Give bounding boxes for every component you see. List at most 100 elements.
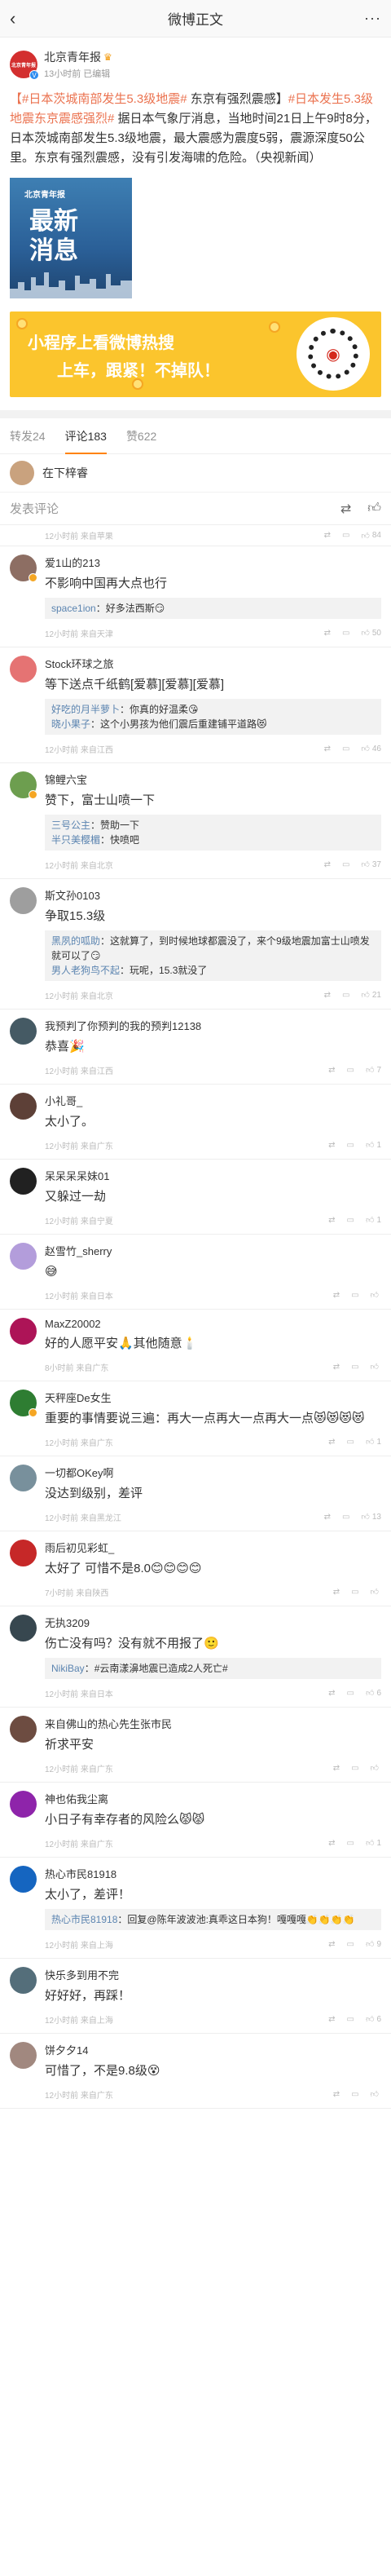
avatar[interactable]: [10, 555, 37, 582]
reply-user[interactable]: 黑夙的呱助: [51, 935, 100, 947]
reply-box[interactable]: space1ion：好多法西斯😏: [45, 598, 381, 619]
repost-icon[interactable]: ⇄: [333, 1588, 340, 1597]
repost-icon[interactable]: ⇄: [324, 991, 331, 1000]
avatar[interactable]: [10, 1243, 37, 1270]
comment-username[interactable]: 爱1山的213: [45, 555, 100, 570]
reply-user[interactable]: 三号公主: [51, 820, 90, 831]
comment-username[interactable]: MaxZ20002: [45, 1318, 101, 1330]
like-button[interactable]: 👍︎ 21: [361, 990, 381, 1001]
repost-icon[interactable]: ⇄: [328, 1066, 335, 1075]
like-button[interactable]: 👍︎: [371, 1763, 381, 1773]
repost-icon[interactable]: ⇄: [333, 1291, 340, 1300]
repost-icon[interactable]: ⇄: [328, 1141, 335, 1150]
comment-icon[interactable]: ▭: [342, 531, 349, 540]
repost-icon[interactable]: ⇄: [324, 629, 331, 638]
like-button[interactable]: 👍︎: [371, 1362, 381, 1372]
avatar[interactable]: [10, 1318, 37, 1345]
reply-item[interactable]: 晓小果子：这个小男孩为他们震后重建铺平道路😻: [51, 717, 375, 731]
reply-user[interactable]: 晓小果子: [51, 718, 90, 730]
avatar[interactable]: [10, 887, 37, 914]
comment-icon[interactable]: ▭: [342, 991, 349, 1000]
repost-icon[interactable]: ⇄: [340, 501, 351, 517]
like-button[interactable]: 👍︎: [371, 2089, 381, 2099]
reply-item[interactable]: 黑夙的呱助：这就算了，到时候地球都震没了，来个9级地震加富士山喷发就可以了😏: [51, 934, 375, 963]
liked-by[interactable]: 在下梓睿: [0, 454, 391, 493]
comment-icon[interactable]: ▭: [347, 1141, 354, 1150]
comment-username[interactable]: 我预判了你预判的我的预判12138: [45, 1018, 201, 1033]
comment-username[interactable]: 天秤座De女生: [45, 1390, 112, 1405]
comment-username[interactable]: 快乐多到用不完: [45, 1967, 119, 1982]
comment-icon[interactable]: ▭: [347, 1940, 354, 1949]
avatar[interactable]: [10, 1615, 37, 1641]
comment-icon[interactable]: ▭: [351, 1363, 358, 1372]
repost-icon[interactable]: ⇄: [328, 1940, 335, 1949]
comment-icon[interactable]: ▭: [342, 1513, 349, 1522]
repost-icon[interactable]: ⇄: [333, 2090, 340, 2099]
comment-username[interactable]: 无执3209: [45, 1615, 90, 1630]
comment-icon[interactable]: ▭: [347, 1216, 354, 1225]
avatar[interactable]: [10, 1093, 37, 1120]
avatar[interactable]: [10, 771, 37, 799]
like-button[interactable]: 👍︎ 6: [366, 2014, 381, 2025]
comment-icon[interactable]: ▭: [347, 1689, 354, 1698]
reply-user[interactable]: space1ion: [51, 603, 96, 614]
reply-box[interactable]: 三号公主：赞助一下 半只美樱楣：快喷吧: [45, 815, 381, 851]
comment-compose[interactable]: 发表评论 ⇄ 👍︎: [0, 493, 391, 525]
avatar[interactable]: [10, 1465, 37, 1491]
avatar[interactable]: [10, 461, 34, 485]
repost-icon[interactable]: ⇄: [324, 860, 331, 869]
like-button[interactable]: 👍︎: [371, 1290, 381, 1300]
comment-username[interactable]: 一切都OKey啊: [45, 1465, 114, 1480]
repost-icon[interactable]: ⇄: [328, 1438, 335, 1447]
avatar[interactable]: [10, 1540, 37, 1566]
repost-icon[interactable]: ⇄: [328, 1839, 335, 1848]
like-button[interactable]: 👍︎ 46: [361, 744, 381, 754]
comment-icon[interactable]: ▭: [347, 2015, 354, 2024]
reply-user[interactable]: 男人老狗鸟不起: [51, 965, 120, 976]
more-icon[interactable]: ···: [357, 10, 381, 27]
comment-username[interactable]: 锦鲤六宝: [45, 771, 87, 787]
like-button[interactable]: 👍︎ 13: [361, 1512, 381, 1522]
avatar[interactable]: [10, 1866, 37, 1893]
repost-icon[interactable]: ⇄: [328, 2015, 335, 2024]
hashtag-link[interactable]: 【#日本茨城南部发生5.3级地震#: [10, 92, 187, 106]
promo-banner[interactable]: 小程序上看微博热搜 上车，跟紧！不掉队！ ◉: [10, 312, 381, 397]
comment-icon[interactable]: ▭: [347, 1066, 354, 1075]
reply-box[interactable]: 好吃的月半萝卜：你真的好温柔😘 晓小果子：这个小男孩为他们震后重建铺平道路😻: [45, 699, 381, 735]
comment-icon[interactable]: ▭: [342, 745, 349, 753]
comment-username[interactable]: 赵雪竹_sherry: [45, 1243, 112, 1258]
avatar[interactable]: [10, 656, 37, 683]
avatar[interactable]: [10, 1390, 37, 1417]
like-button[interactable]: 👍︎ 6: [366, 1688, 381, 1699]
like-button[interactable]: 👍︎ 1: [366, 1140, 381, 1151]
repost-icon[interactable]: ⇄: [324, 1513, 331, 1522]
like-button[interactable]: 👍︎ 7: [366, 1065, 381, 1076]
reply-item[interactable]: 热心市民81918：回复@陈年波波池:真乖这日本狗！嘎嘎嘎👏👏👏👏: [51, 1912, 375, 1927]
comment-username[interactable]: 神也佑我尘离: [45, 1791, 108, 1806]
repost-icon[interactable]: ⇄: [324, 745, 331, 753]
comment-username[interactable]: Stock环球之旅: [45, 656, 114, 671]
reply-item[interactable]: 男人老狗鸟不起：玩呢，15.3就没了: [51, 963, 375, 978]
reply-user[interactable]: NikiBay: [51, 1663, 85, 1674]
avatar[interactable]: [10, 1791, 37, 1818]
repost-icon[interactable]: ⇄: [333, 1363, 340, 1372]
comment-icon[interactable]: ▭: [351, 1291, 358, 1300]
like-button[interactable]: 👍︎ 1: [366, 1215, 381, 1226]
repost-icon[interactable]: ⇄: [328, 1689, 335, 1698]
like-button[interactable]: 👍︎: [371, 1587, 381, 1597]
reply-item[interactable]: NikiBay：#云南漾濞地震已造成2人死亡#: [51, 1661, 375, 1676]
repost-icon[interactable]: ⇄: [324, 531, 331, 540]
reply-item[interactable]: space1ion：好多法西斯😏: [51, 601, 375, 616]
comment-icon[interactable]: ▭: [342, 860, 349, 869]
like-button[interactable]: 👍︎ 9: [366, 1939, 381, 1950]
reply-item[interactable]: 三号公主：赞助一下: [51, 818, 375, 833]
tab-1[interactable]: 评论183: [64, 418, 107, 454]
back-icon[interactable]: ‹: [10, 8, 34, 29]
reply-box[interactable]: 热心市民81918：回复@陈年波波池:真乖这日本狗！嘎嘎嘎👏👏👏👏: [45, 1909, 381, 1930]
comment-username[interactable]: 呆呆呆呆妹01: [45, 1168, 109, 1183]
post-author[interactable]: 北京青年报 V 北京青年报 ♛ 13小时前 已编辑: [0, 38, 391, 85]
repost-icon[interactable]: ⇄: [328, 1216, 335, 1225]
comment-icon[interactable]: ▭: [342, 629, 349, 638]
like-button[interactable]: 👍︎ 37: [361, 859, 381, 870]
reply-box[interactable]: NikiBay：#云南漾濞地震已造成2人死亡#: [45, 1658, 381, 1679]
